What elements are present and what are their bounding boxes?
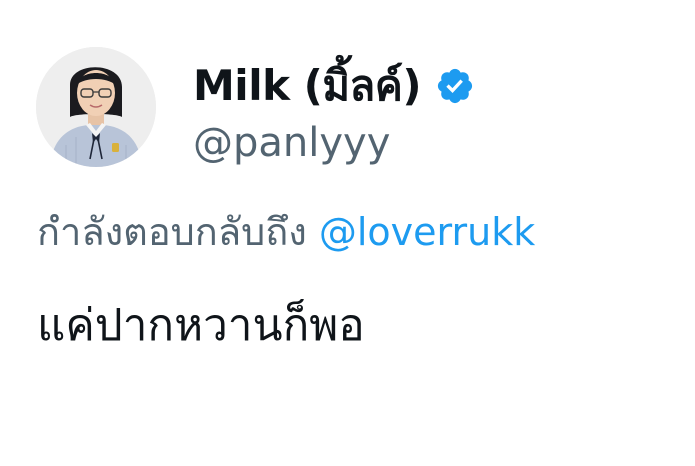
- author-handle[interactable]: @panlyyy: [193, 117, 390, 169]
- replying-to-line: กำลังตอบกลับถึง @loverrukk: [37, 204, 535, 260]
- verified-badge-icon[interactable]: [435, 66, 475, 106]
- avatar-photo: [36, 47, 156, 167]
- tweet-card: Milk (มิ้ลค์) @panlyyy กำลังตอบกลับถึง @…: [0, 0, 695, 466]
- author-name-row: Milk (มิ้ลค์): [193, 58, 475, 114]
- replying-to-mention-link[interactable]: @loverrukk: [319, 210, 535, 254]
- tweet-text: แค่ปากหวานก็พอ: [37, 300, 365, 351]
- author-display-name[interactable]: Milk (มิ้ลค์): [193, 58, 422, 114]
- replying-to-label: กำลังตอบกลับถึง: [37, 210, 319, 254]
- author-avatar[interactable]: [36, 47, 156, 167]
